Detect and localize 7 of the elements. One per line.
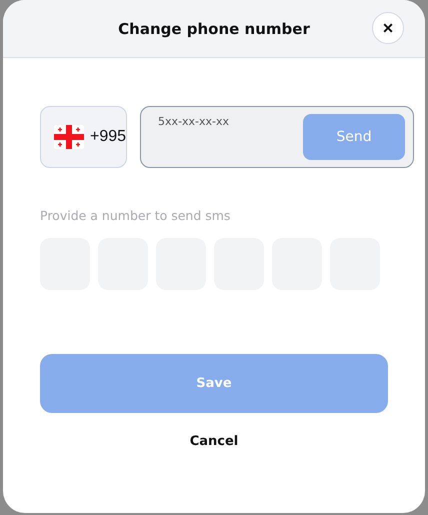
hint-text: Provide a number to send sms — [40, 208, 232, 223]
close-button[interactable]: × — [372, 12, 404, 44]
country-selector[interactable]: +995 — [40, 106, 128, 168]
cancel-button[interactable]: Cancel — [184, 433, 244, 450]
country-code: +995 — [90, 128, 126, 146]
flag-icon — [54, 125, 84, 149]
dialog-title: Change phone number — [118, 20, 310, 38]
